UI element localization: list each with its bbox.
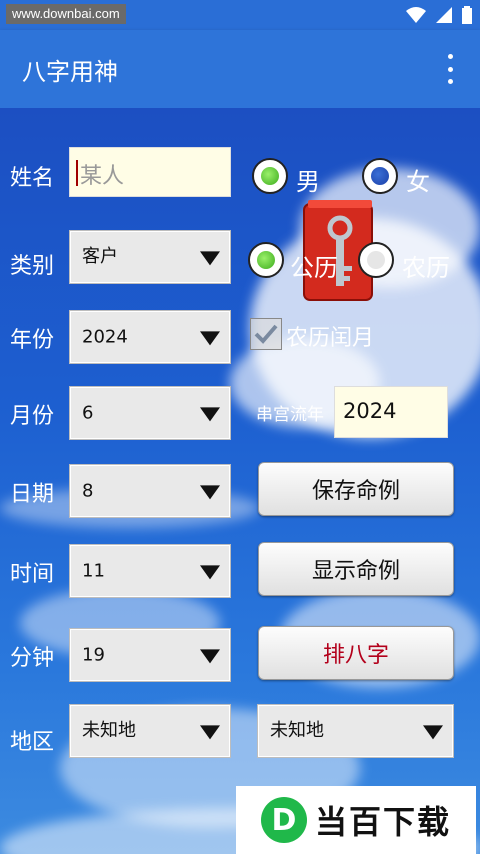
region-spinner[interactable]: 未知地 <box>69 704 231 758</box>
dropdown-arrow-icon <box>200 725 220 740</box>
name-placeholder: 某人 <box>80 164 125 189</box>
dropdown-arrow-icon <box>423 725 443 740</box>
name-label: 姓名 <box>10 166 55 191</box>
text-cursor <box>76 160 78 186</box>
logo-text: 当百下载 <box>314 803 451 841</box>
show-case-label: 显示命例 <box>311 559 400 584</box>
app-title: 八字用神 <box>22 58 118 86</box>
app-bar: 八字用神 <box>0 30 480 108</box>
flow-year-label: 串宫流年 <box>256 405 324 425</box>
leap-month-label: 农历闰月 <box>286 326 375 351</box>
status-icons <box>406 6 472 24</box>
category-label: 类别 <box>10 254 55 279</box>
radio-dot <box>257 251 275 269</box>
calc-bazi-button[interactable]: 排八字 <box>258 626 454 680</box>
radio-dot <box>371 167 389 185</box>
footer-logo: D 当百下载 <box>236 786 476 854</box>
radio-dot <box>261 167 279 185</box>
female-label: 女 <box>406 168 430 196</box>
more-vert-icon[interactable] <box>440 54 460 84</box>
category-value: 客户 <box>82 246 118 267</box>
check-icon <box>254 324 278 344</box>
day-value: 8 <box>82 480 94 502</box>
hour-value: 11 <box>82 560 105 582</box>
hour-spinner[interactable]: 11 <box>69 544 231 598</box>
dropdown-arrow-icon <box>200 485 220 500</box>
name-input[interactable]: 某人 <box>69 147 231 197</box>
radio-dot <box>367 251 385 269</box>
flow-year-input[interactable]: 2024 <box>334 386 448 438</box>
region-value: 未知地 <box>82 720 136 741</box>
signal-icon <box>436 7 452 23</box>
lunar-radio[interactable] <box>358 242 394 278</box>
minute-spinner[interactable]: 19 <box>69 628 231 682</box>
leap-month-checkbox[interactable] <box>250 318 282 350</box>
month-value: 6 <box>82 402 94 424</box>
solar-radio[interactable] <box>248 242 284 278</box>
dropdown-arrow-icon <box>200 407 220 422</box>
year-spinner[interactable]: 2024 <box>69 310 231 364</box>
region-detail-value: 未知地 <box>270 720 324 741</box>
day-spinner[interactable]: 8 <box>69 464 231 518</box>
year-value: 2024 <box>82 326 128 348</box>
dropdown-arrow-icon <box>200 565 220 580</box>
male-radio[interactable] <box>252 158 288 194</box>
wifi-icon <box>406 7 426 23</box>
dropdown-arrow-icon <box>200 331 220 346</box>
dropdown-arrow-icon <box>200 649 220 664</box>
watermark: www.downbai.com <box>6 4 126 24</box>
logo-d-icon: D <box>260 797 307 843</box>
category-spinner[interactable]: 客户 <box>69 230 231 284</box>
show-case-button[interactable]: 显示命例 <box>258 542 454 596</box>
battery-icon <box>462 6 472 24</box>
calc-bazi-label: 排八字 <box>322 643 389 668</box>
status-bar: www.downbai.com <box>0 0 480 30</box>
solar-label: 公历 <box>290 254 338 282</box>
minute-value: 19 <box>82 644 105 666</box>
day-label: 日期 <box>10 482 55 507</box>
lunar-label: 农历 <box>402 254 450 282</box>
month-label: 月份 <box>10 404 55 429</box>
region-label: 地区 <box>10 730 55 755</box>
male-label: 男 <box>296 168 320 196</box>
year-label: 年份 <box>10 328 55 353</box>
hour-label: 时间 <box>10 562 55 587</box>
dropdown-arrow-icon <box>200 251 220 266</box>
save-case-button[interactable]: 保存命例 <box>258 462 454 516</box>
region-detail-spinner[interactable]: 未知地 <box>257 704 454 758</box>
save-case-label: 保存命例 <box>311 479 400 504</box>
female-radio[interactable] <box>362 158 398 194</box>
flow-year-value: 2024 <box>343 399 397 423</box>
month-spinner[interactable]: 6 <box>69 386 231 440</box>
minute-label: 分钟 <box>10 646 55 671</box>
